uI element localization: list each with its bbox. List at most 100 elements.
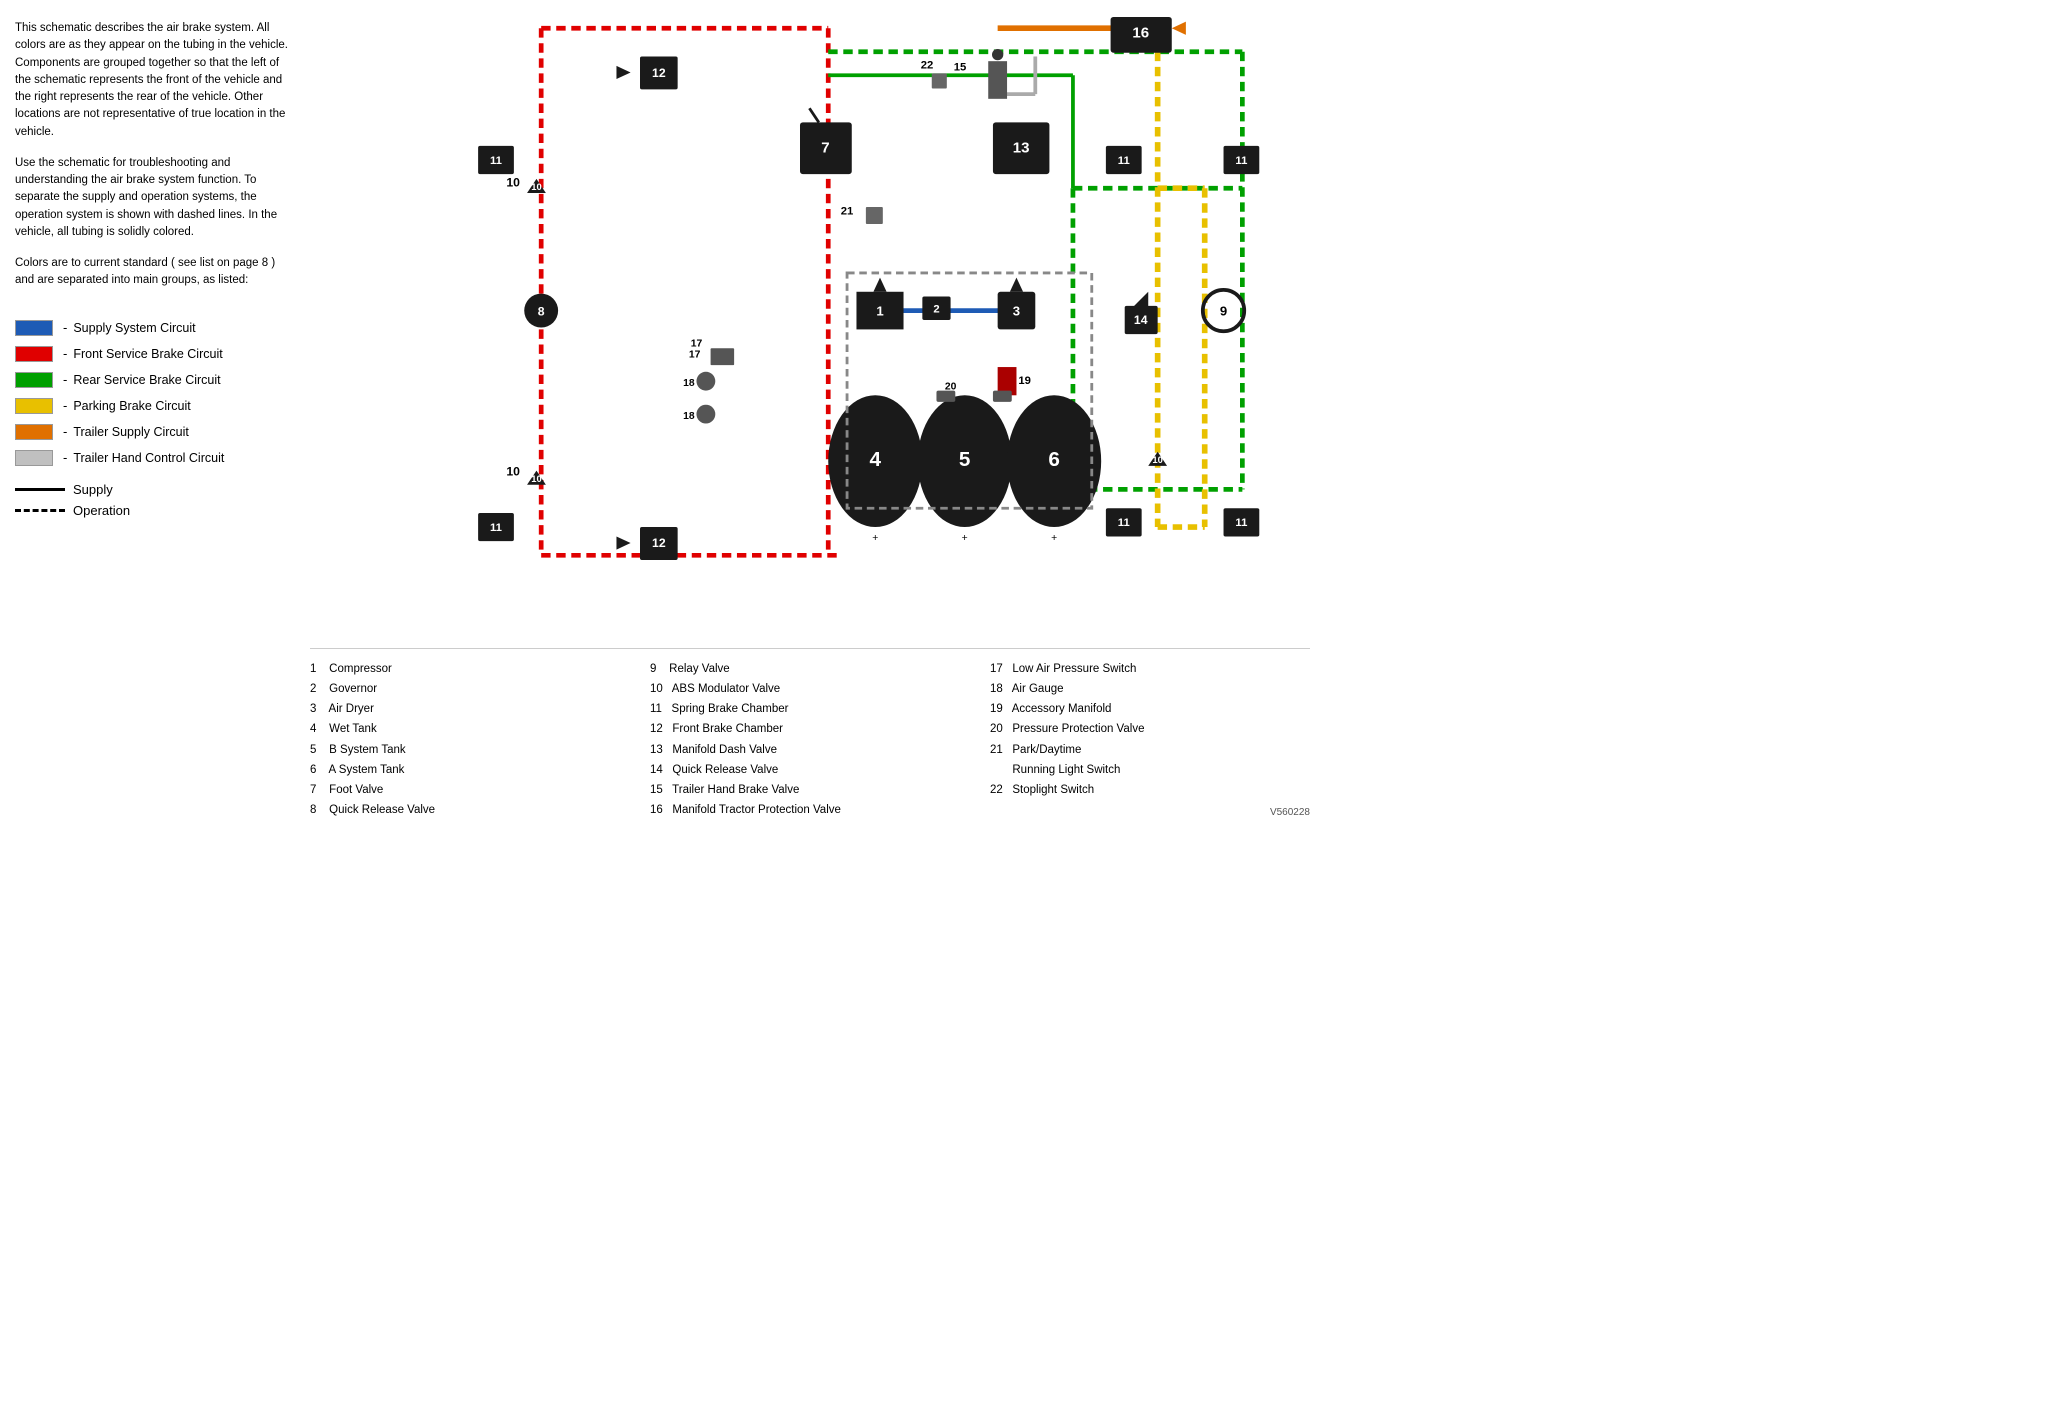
- svg-text:17: 17: [691, 338, 703, 349]
- svg-text:14: 14: [1134, 313, 1148, 327]
- legend-dash-separator: -: [63, 372, 67, 387]
- svg-text:11: 11: [490, 155, 502, 167]
- legend-color-swatch: [15, 372, 53, 388]
- svg-text:10: 10: [506, 175, 520, 189]
- supply-line-label: Supply: [73, 482, 113, 497]
- legend-color-swatch: [15, 346, 53, 362]
- legend-circuit-label: Trailer Hand Control Circuit: [73, 451, 224, 465]
- component-item: Running Light Switch: [990, 760, 1310, 780]
- svg-text:19: 19: [1018, 375, 1031, 387]
- svg-text:22: 22: [921, 60, 934, 72]
- legend-color-swatch: [15, 320, 53, 336]
- legend-circuit-label: Parking Brake Circuit: [73, 399, 190, 413]
- svg-text:10: 10: [531, 181, 541, 192]
- description-para1: This schematic describes the air brake s…: [15, 20, 295, 141]
- component-item: 2 Governor: [310, 679, 630, 699]
- component-item: 1 Compressor: [310, 659, 630, 679]
- svg-text:7: 7: [821, 139, 829, 156]
- component-item: 8 Quick Release Valve: [310, 800, 630, 820]
- page-container: This schematic describes the air brake s…: [0, 0, 1310, 860]
- svg-text:10: 10: [506, 464, 520, 478]
- component-item: 16 Manifold Tractor Protection Valve: [650, 800, 970, 820]
- component-item: 10 ABS Modulator Valve: [650, 679, 970, 699]
- component-item: 4 Wet Tank: [310, 719, 630, 739]
- component-item: 6 A System Tank: [310, 760, 630, 780]
- svg-text:21: 21: [841, 206, 854, 218]
- legend-section: - Supply System Circuit - Front Service …: [15, 320, 295, 518]
- svg-text:18: 18: [683, 378, 695, 389]
- component-col-2: 9 Relay Valve 10 ABS Modulator Valve 11 …: [650, 659, 990, 821]
- legend-circuit-label: Rear Service Brake Circuit: [73, 373, 220, 387]
- svg-text:+: +: [872, 533, 878, 544]
- svg-text:17: 17: [689, 350, 701, 361]
- legend-circuit-label: Trailer Supply Circuit: [73, 425, 189, 439]
- svg-text:12: 12: [652, 536, 666, 550]
- dashed-line-icon: [15, 509, 65, 512]
- svg-text:18: 18: [683, 411, 695, 422]
- component-item: 18 Air Gauge: [990, 679, 1310, 699]
- legend-circuit-label: Supply System Circuit: [73, 321, 195, 335]
- svg-text:11: 11: [1118, 517, 1130, 529]
- operation-line-item: Operation: [15, 503, 295, 518]
- component-col-1: 1 Compressor 2 Governor 3 Air Dryer 4 We…: [310, 659, 650, 821]
- svg-text:11: 11: [1235, 155, 1247, 167]
- svg-text:+: +: [962, 533, 968, 544]
- svg-text:6: 6: [1048, 448, 1060, 471]
- component-list: 1 Compressor 2 Governor 3 Air Dryer 4 We…: [310, 648, 1310, 826]
- legend-item-3: - Parking Brake Circuit: [15, 398, 295, 414]
- svg-text:11: 11: [1235, 517, 1247, 529]
- legend-dash-separator: -: [63, 320, 67, 335]
- svg-text:13: 13: [1013, 139, 1030, 156]
- svg-text:5: 5: [959, 448, 971, 471]
- svg-text:11: 11: [1118, 155, 1130, 167]
- component-item: 11 Spring Brake Chamber: [650, 699, 970, 719]
- legend-color-swatch: [15, 424, 53, 440]
- line-legend: Supply Operation: [15, 482, 295, 518]
- diagram-area: 4 + 5 + 6 + 1 2 3: [310, 0, 1310, 860]
- svg-text:3: 3: [1013, 303, 1020, 318]
- component-item: 5 B System Tank: [310, 740, 630, 760]
- component-item: 19 Accessory Manifold: [990, 699, 1310, 719]
- legend-color-swatch: [15, 398, 53, 414]
- svg-text:10: 10: [1152, 454, 1162, 465]
- svg-text:15: 15: [954, 62, 967, 74]
- legend-dash-separator: -: [63, 424, 67, 439]
- legend-dash-separator: -: [63, 346, 67, 361]
- description-para2: Use the schematic for troubleshooting an…: [15, 155, 295, 241]
- svg-text:12: 12: [652, 66, 666, 80]
- component-item: 20 Pressure Protection Valve: [990, 719, 1310, 739]
- component-item: 7 Foot Valve: [310, 780, 630, 800]
- legend-dash-separator: -: [63, 450, 67, 465]
- left-panel: This schematic describes the air brake s…: [0, 0, 310, 860]
- component-item: 12 Front Brake Chamber: [650, 719, 970, 739]
- legend-item-2: - Rear Service Brake Circuit: [15, 372, 295, 388]
- component-item: 9 Relay Valve: [650, 659, 970, 679]
- description-para3: Colors are to current standard ( see lis…: [15, 255, 295, 290]
- svg-text:16: 16: [1132, 25, 1149, 42]
- supply-line-item: Supply: [15, 482, 295, 497]
- svg-text:11: 11: [490, 522, 502, 534]
- svg-text:8: 8: [538, 304, 545, 318]
- legend-color-swatch: [15, 450, 53, 466]
- version-tag: V560228: [990, 804, 1310, 822]
- svg-text:20: 20: [945, 382, 957, 393]
- component-item: 21 Park/Daytime: [990, 740, 1310, 760]
- component-item: 22 Stoplight Switch: [990, 780, 1310, 800]
- legend-items: - Supply System Circuit - Front Service …: [15, 320, 295, 466]
- operation-line-label: Operation: [73, 503, 130, 518]
- svg-text:+: +: [1051, 533, 1057, 544]
- component-item: 15 Trailer Hand Brake Valve: [650, 780, 970, 800]
- legend-item-1: - Front Service Brake Circuit: [15, 346, 295, 362]
- legend-item-4: - Trailer Supply Circuit: [15, 424, 295, 440]
- component-item: 14 Quick Release Valve: [650, 760, 970, 780]
- component-item: 17 Low Air Pressure Switch: [990, 659, 1310, 679]
- svg-text:2: 2: [933, 303, 939, 315]
- component-item: 13 Manifold Dash Valve: [650, 740, 970, 760]
- svg-text:1: 1: [876, 303, 883, 318]
- component-col-3: 17 Low Air Pressure Switch 18 Air Gauge …: [990, 659, 1310, 821]
- solid-line-icon: [15, 488, 65, 491]
- component-item: 3 Air Dryer: [310, 699, 630, 719]
- legend-item-5: - Trailer Hand Control Circuit: [15, 450, 295, 466]
- legend-circuit-label: Front Service Brake Circuit: [73, 347, 222, 361]
- legend-dash-separator: -: [63, 398, 67, 413]
